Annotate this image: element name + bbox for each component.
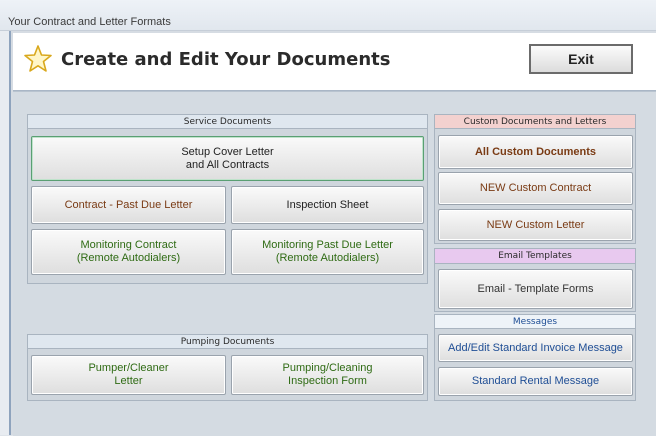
service-documents-heading: Service Documents bbox=[28, 115, 427, 129]
contract-past-due-letter-button[interactable]: Contract - Past Due Letter bbox=[31, 186, 226, 224]
window-title: Your Contract and Letter Formats bbox=[8, 16, 171, 28]
monitoring-past-due-letter-button[interactable]: Monitoring Past Due Letter (Remote Autod… bbox=[231, 229, 424, 275]
content-area: Service Documents Setup Cover Letter and… bbox=[13, 91, 656, 436]
form-header: Create and Edit Your Documents Exit bbox=[13, 33, 656, 91]
star-icon bbox=[24, 45, 52, 72]
new-custom-contract-button[interactable]: NEW Custom Contract bbox=[438, 172, 633, 205]
rental-message-button[interactable]: Standard Rental Message bbox=[438, 367, 633, 396]
pumping-documents-panel: Pumping Documents Pumper/Cleaner Letter … bbox=[27, 334, 428, 401]
invoice-message-button[interactable]: Add/Edit Standard Invoice Message bbox=[438, 334, 633, 362]
title-bar: Your Contract and Letter Formats bbox=[0, 0, 656, 31]
custom-documents-panel: Custom Documents and Letters All Custom … bbox=[434, 114, 636, 244]
inspection-sheet-button[interactable]: Inspection Sheet bbox=[231, 186, 424, 224]
pumping-inspection-form-button[interactable]: Pumping/Cleaning Inspection Form bbox=[231, 355, 424, 395]
setup-cover-letter-button[interactable]: Setup Cover Letter and All Contracts bbox=[31, 136, 424, 181]
monitoring-contract-button[interactable]: Monitoring Contract (Remote Autodialers) bbox=[31, 229, 226, 275]
pumping-documents-heading: Pumping Documents bbox=[28, 335, 427, 349]
exit-button[interactable]: Exit bbox=[529, 44, 633, 74]
all-custom-documents-button[interactable]: All Custom Documents bbox=[438, 135, 633, 169]
email-templates-panel: Email Templates Email - Template Forms bbox=[434, 248, 636, 312]
service-documents-panel: Service Documents Setup Cover Letter and… bbox=[27, 114, 428, 284]
email-templates-heading: Email Templates bbox=[435, 249, 635, 264]
custom-documents-heading: Custom Documents and Letters bbox=[435, 115, 635, 129]
page-title: Create and Edit Your Documents bbox=[61, 49, 391, 70]
email-template-forms-button[interactable]: Email - Template Forms bbox=[438, 269, 633, 309]
messages-panel: Messages Add/Edit Standard Invoice Messa… bbox=[434, 314, 636, 401]
pumper-cleaner-letter-button[interactable]: Pumper/Cleaner Letter bbox=[31, 355, 226, 395]
messages-heading: Messages bbox=[435, 315, 635, 329]
app-window: Your Contract and Letter Formats Create … bbox=[0, 0, 656, 436]
new-custom-letter-button[interactable]: NEW Custom Letter bbox=[438, 209, 633, 241]
